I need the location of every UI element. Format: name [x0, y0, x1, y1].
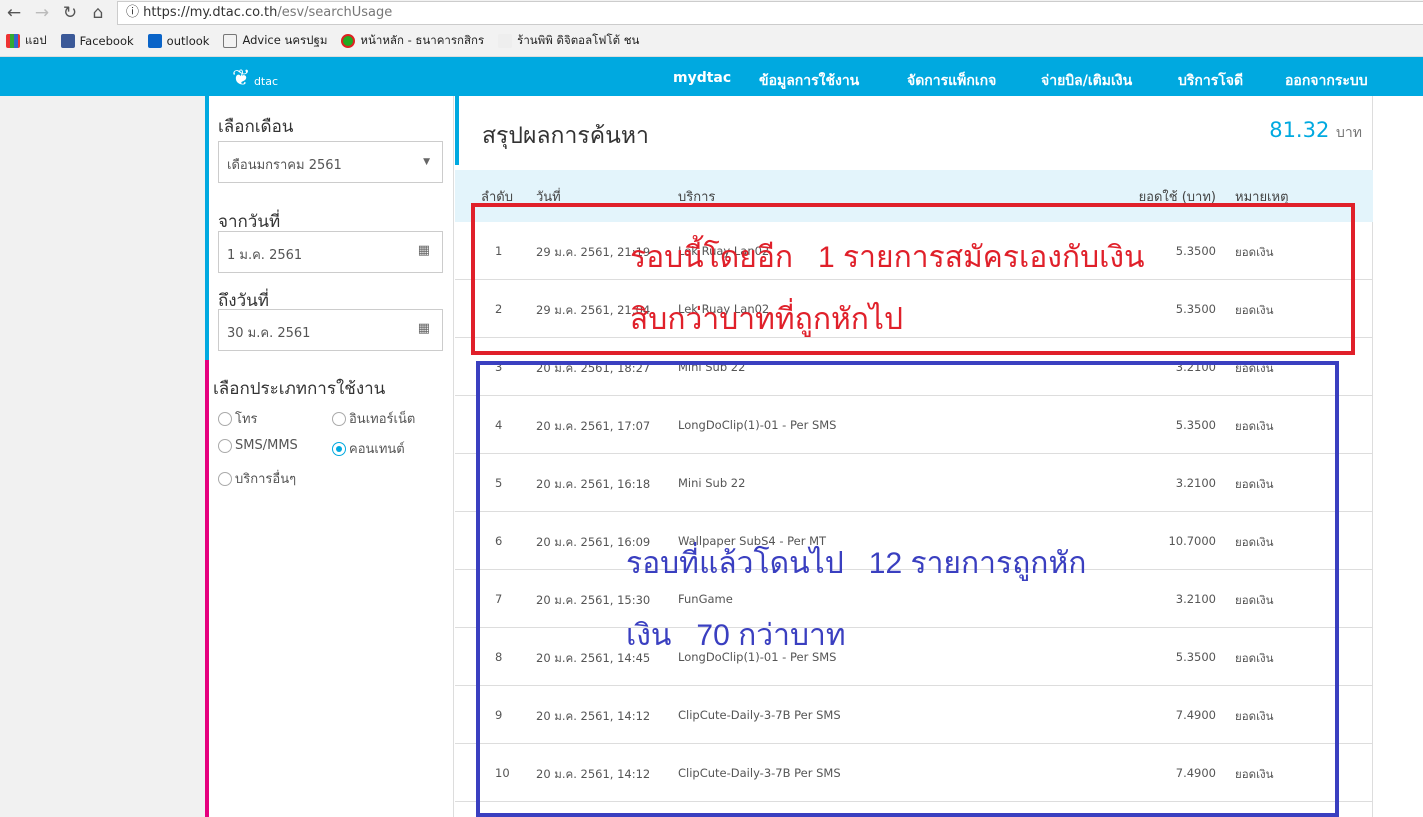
calendar-icon[interactable]: ▦	[418, 321, 430, 336]
nav-mydtac[interactable]: mydtac	[673, 70, 731, 86]
radio-call[interactable]: โทร	[218, 408, 258, 429]
accent-bar	[205, 360, 209, 817]
month-value: เดือนมกราคม 2561	[227, 158, 342, 173]
shop-icon	[498, 33, 513, 48]
accent-bar	[205, 96, 209, 360]
bookmark-advice[interactable]: Advice นครปฐม	[223, 32, 327, 50]
browser-chrome: ← → ↻ ⌂ ⓘ https://my.dtac.co.th/esv/sear…	[0, 0, 1423, 57]
facebook-icon	[60, 34, 75, 49]
from-date-input[interactable]: 1 ม.ค. 2561 ▦	[218, 231, 443, 273]
accent-bar	[455, 96, 459, 165]
nav-package[interactable]: จัดการแพ็กเกจ	[907, 70, 996, 92]
forward-icon[interactable]: →	[32, 3, 52, 23]
page-icon	[223, 33, 238, 48]
dtac-logo[interactable]: ❦ dtac	[232, 66, 278, 91]
page-background	[0, 96, 205, 817]
back-icon[interactable]: ←	[4, 3, 24, 23]
outlook-icon	[147, 34, 162, 49]
annotation-text: รอบนี้โดยอีก 1 รายการสมัครเองกับเงิน	[630, 241, 1145, 274]
type-label: เลือกประเภทการใช้งาน	[213, 379, 386, 399]
apps-icon	[6, 33, 20, 48]
nav-services[interactable]: บริการโจดี	[1178, 70, 1243, 92]
radio-sms[interactable]: SMS/MMS	[218, 438, 298, 453]
annotation-text: รอบที่แล้วโดนไป 12 รายการถูกหัก	[626, 547, 1087, 580]
calendar-icon[interactable]: ▦	[418, 243, 430, 258]
radio-internet[interactable]: อินเทอร์เน็ต	[332, 408, 415, 429]
month-select[interactable]: เดือนมกราคม 2561 ▼	[218, 141, 443, 183]
chevron-down-icon: ▼	[423, 157, 430, 167]
annotation-text: เงิน 70 กว่าบาท	[626, 619, 846, 652]
page-title: สรุปผลการค้นหา	[482, 123, 649, 149]
reload-icon[interactable]: ↻	[60, 3, 80, 23]
annotation-text: สิบกว่าบาทที่ถูกหักไป	[630, 303, 904, 336]
bookmark-kbank[interactable]: หน้าหลัก - ธนาคารกสิกร	[341, 32, 484, 50]
nav-logout[interactable]: ออกจากระบบ	[1285, 70, 1368, 92]
bookmark-facebook[interactable]: Facebook	[60, 34, 134, 49]
radio-other[interactable]: บริการอื่นๆ	[218, 468, 296, 489]
kbank-icon	[341, 33, 356, 48]
blue-annotation-box	[476, 361, 1339, 817]
total-amount: 81.32 บาท	[1269, 118, 1362, 142]
filter-sidebar: เลือกเดือน เดือนมกราคม 2561 ▼ จากวันที่ 1…	[205, 96, 454, 817]
to-date-value: 30 ม.ค. 2561	[227, 326, 311, 341]
url-host: https://my.dtac.co.th	[143, 5, 278, 20]
from-date-value: 1 ม.ค. 2561	[227, 248, 303, 263]
nav-billing[interactable]: จ่ายบิล/เติมเงิน	[1041, 70, 1132, 92]
bookmark-outlook[interactable]: outlook	[147, 34, 209, 49]
month-label: เลือกเดือน	[218, 117, 294, 137]
radio-content[interactable]: คอนเทนต์	[332, 438, 405, 459]
address-bar[interactable]: ⓘ https://my.dtac.co.th/esv/searchUsage	[117, 1, 1423, 25]
bookmark-shop[interactable]: ร้านพิพิ ดิจิตอลโฟโต้ ชน	[498, 32, 639, 50]
bookmark-apps[interactable]: แอป	[6, 32, 47, 50]
url-path: /esv/searchUsage	[277, 5, 393, 20]
home-icon[interactable]: ⌂	[88, 3, 108, 23]
bookmarks-bar: แอป Facebook outlook Advice นครปฐม หน้าห…	[6, 31, 639, 51]
to-date-input[interactable]: 30 ม.ค. 2561 ▦	[218, 309, 443, 351]
